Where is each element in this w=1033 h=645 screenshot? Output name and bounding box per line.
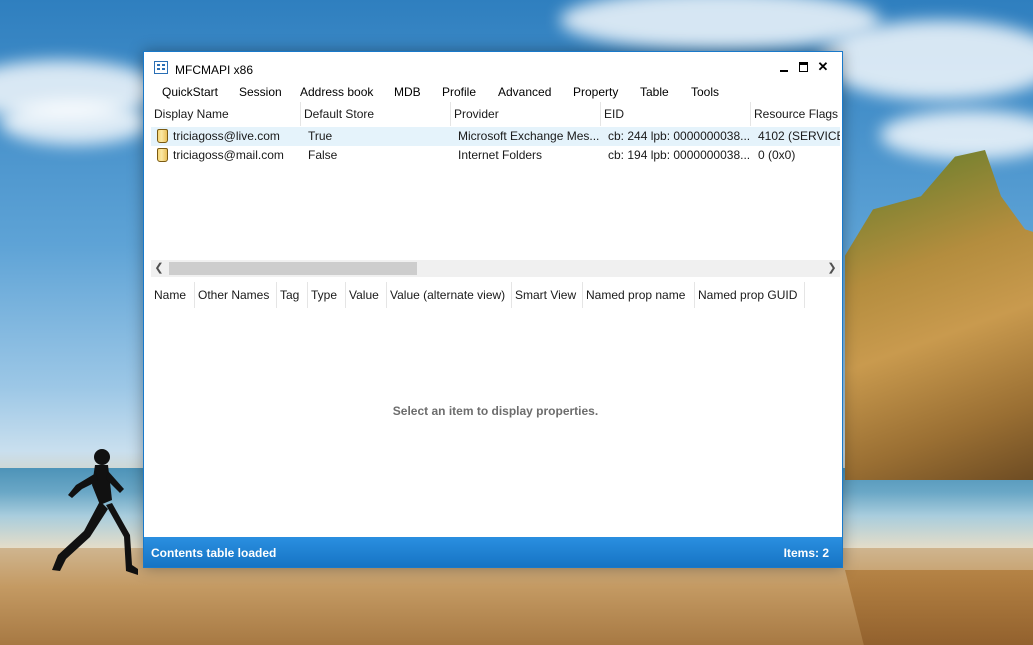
column-display-name[interactable]: Display Name: [151, 102, 301, 126]
column-tag[interactable]: Tag: [277, 282, 308, 308]
cell-default-store: False: [308, 148, 338, 162]
column-named-prop-guid[interactable]: Named prop GUID: [695, 282, 805, 308]
column-default-store[interactable]: Default Store: [301, 102, 451, 126]
cell-eid: cb: 194 lpb: 0000000038...: [608, 148, 749, 162]
column-provider[interactable]: Provider: [451, 102, 601, 126]
status-bar: Contents table loaded Items: 2: [144, 537, 842, 567]
menu-table[interactable]: Table: [640, 85, 669, 99]
column-type[interactable]: Type: [308, 282, 346, 308]
cell-resource-flags: 0 (0x0): [758, 148, 796, 162]
column-value[interactable]: Value: [346, 282, 387, 308]
scrollbar-thumb[interactable]: [169, 262, 417, 275]
rock-formation: [845, 150, 1033, 480]
cell-provider: Internet Folders: [458, 148, 543, 162]
maximize-button[interactable]: [796, 59, 812, 75]
cell-eid: cb: 244 lpb: 0000000038...: [608, 129, 749, 143]
menu-profile[interactable]: Profile: [442, 85, 476, 99]
table-row[interactable]: triciagoss@live.com True Microsoft Excha…: [151, 127, 840, 146]
runner-silhouette: [52, 449, 138, 575]
menu-quickstart[interactable]: QuickStart: [162, 85, 218, 99]
mfcmapi-window: MFCMAPI x86 ✕ QuickStart Session Address…: [143, 51, 843, 568]
window-title: MFCMAPI x86: [175, 63, 254, 77]
cell-display-name: triciagoss@mail.com: [173, 148, 284, 162]
database-icon: [157, 148, 168, 162]
scroll-right-icon[interactable]: ❯: [825, 261, 839, 274]
empty-property-message: Select an item to display properties.: [392, 404, 599, 418]
grid-app-icon: [154, 61, 168, 74]
menu-tools[interactable]: Tools: [691, 85, 719, 99]
cell-display-name: triciagoss@live.com: [173, 129, 280, 143]
menu-bar: QuickStart Session Address book MDB Prof…: [144, 82, 842, 102]
status-text: Contents table loaded: [151, 546, 277, 560]
menu-address-book[interactable]: Address book: [300, 85, 373, 99]
close-button[interactable]: ✕: [815, 59, 831, 75]
cell-provider: Microsoft Exchange Mes...: [458, 129, 599, 143]
item-count: Items: 2: [783, 546, 829, 560]
property-table: Name Other Names Tag Type Value Value (a…: [151, 282, 840, 537]
column-eid[interactable]: EID: [601, 102, 751, 126]
menu-session[interactable]: Session: [239, 85, 282, 99]
cell-resource-flags: 4102 (SERVICE_: [758, 129, 840, 143]
minimize-button[interactable]: [777, 59, 793, 75]
cell-default-store: True: [308, 129, 333, 143]
column-smart-view[interactable]: Smart View: [512, 282, 583, 308]
table-row[interactable]: triciagoss@mail.com False Internet Folde…: [151, 146, 840, 165]
menu-property[interactable]: Property: [573, 85, 618, 99]
column-resource-flags[interactable]: Resource Flags: [751, 102, 840, 126]
store-table-hscrollbar[interactable]: ❮ ❯: [151, 260, 840, 277]
column-other-names[interactable]: Other Names: [195, 282, 277, 308]
column-named-prop-name[interactable]: Named prop name: [583, 282, 695, 308]
title-bar[interactable]: MFCMAPI x86 ✕: [144, 52, 842, 82]
menu-advanced[interactable]: Advanced: [498, 85, 551, 99]
scroll-left-icon[interactable]: ❮: [152, 261, 166, 274]
column-name[interactable]: Name: [151, 282, 195, 308]
database-icon: [157, 129, 168, 143]
menu-mdb[interactable]: MDB: [394, 85, 421, 99]
column-value-alternate[interactable]: Value (alternate view): [387, 282, 512, 308]
